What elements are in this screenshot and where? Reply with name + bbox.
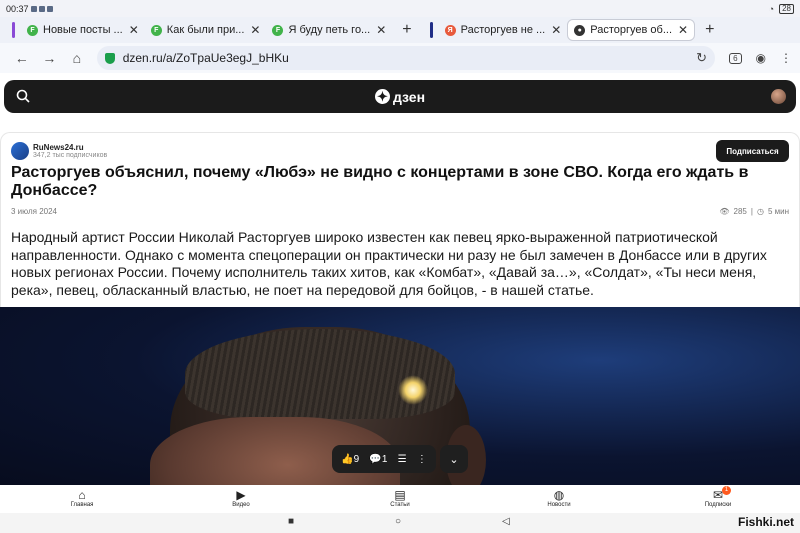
more-icon[interactable]: ⋮ <box>417 454 427 465</box>
nav-item-subscriptions[interactable]: ✉ 1 Подписки <box>688 486 748 508</box>
publisher-info[interactable]: RuNews24.ru 347,2 тыс подписчиков <box>11 142 107 160</box>
nav-label: Главная <box>70 502 94 508</box>
close-tab-icon[interactable]: ✕ <box>551 23 561 37</box>
article-date: 3 июля 2024 <box>11 207 57 216</box>
wifi-icon: ◔ <box>768 3 775 14</box>
clock-icon: ◷ <box>756 207 764 216</box>
browser-tab[interactable]: F Я буду петь го... ✕ <box>266 19 392 41</box>
bottom-navigation: ⌂ Главная ▶ Видео ▤ Статьи ◍ Новости ✉ 1… <box>0 485 800 513</box>
new-tab-icon[interactable]: + <box>402 21 411 39</box>
user-avatar[interactable] <box>771 89 786 104</box>
like-count: 9 <box>353 453 360 465</box>
brand-name: дзен <box>392 88 426 105</box>
browser-toolbar: ← → ⌂ dzen.ru/a/ZoTpaUe3egJ_bHKu ↻ 6 ◉ ⋮ <box>0 43 800 73</box>
favicon-icon: ● <box>574 24 586 36</box>
eye-icon: 👁 <box>719 207 730 216</box>
article-lead: Народный артист России Николай Расторгуе… <box>11 229 767 298</box>
tab-label: Как были при... <box>166 24 245 36</box>
forward-icon[interactable]: → <box>36 50 64 66</box>
dzen-logo-icon: ✦ <box>374 89 390 104</box>
news-icon: ◍ <box>553 488 565 502</box>
new-tab-icon[interactable]: + <box>705 21 714 39</box>
favicon-icon: Я <box>444 24 456 36</box>
publisher-subscribers: 347,2 тыс подписчиков <box>33 152 108 159</box>
contents-list-icon[interactable]: ☰ <box>398 454 407 465</box>
double-chevron-down-icon: ⌄ <box>449 453 459 466</box>
home-button-icon[interactable]: ○ <box>395 516 401 527</box>
thumbs-up-icon: 👍 <box>341 453 354 465</box>
book-icon: ▤ <box>394 488 406 502</box>
article-title: Расторгуев объяснил, почему «Любэ» не ви… <box>11 164 749 199</box>
notification-icon <box>46 5 53 12</box>
publisher-logo[interactable] <box>11 142 29 160</box>
watermark: Fishki.net <box>737 515 794 529</box>
comment-icon: 💬 <box>369 453 382 465</box>
site-logo[interactable]: ✦ дзен <box>374 88 426 105</box>
notification-badge: 1 <box>722 486 731 495</box>
recents-icon[interactable]: ■ <box>288 516 294 527</box>
read-time: 5 мин <box>767 207 789 216</box>
divider: | <box>750 207 753 216</box>
comment-count: 1 <box>381 453 388 465</box>
nav-item-home[interactable]: ⌂ Главная <box>52 488 112 508</box>
close-tab-icon[interactable]: ✕ <box>678 23 688 37</box>
nav-item-news[interactable]: ◍ Новости <box>529 488 589 508</box>
like-button[interactable]: 👍9 <box>341 454 359 465</box>
address-bar[interactable]: dzen.ru/a/ZoTpaUe3egJ_bHKu ↻ <box>96 46 716 70</box>
view-count: 285 <box>733 207 747 216</box>
menu-icon[interactable]: ⋮ <box>780 51 792 65</box>
tab-label: Я буду петь го... <box>288 24 371 36</box>
nav-label: Подписки <box>704 502 732 508</box>
favicon-icon: F <box>150 24 162 36</box>
profile-icon[interactable]: ◉ <box>756 51 766 65</box>
tab-group-marker <box>12 22 15 38</box>
nav-label: Новости <box>547 502 571 508</box>
subscriptions-icon: ✉ <box>712 488 724 502</box>
close-tab-icon[interactable]: ✕ <box>129 23 139 37</box>
notification-icon <box>30 5 37 12</box>
status-time: 00:37 <box>6 3 29 14</box>
tab-label: Расторгуев об... <box>590 24 672 36</box>
nav-item-articles[interactable]: ▤ Статьи <box>370 488 430 508</box>
browser-tab[interactable]: Я Расторгуев не ... ✕ <box>439 19 568 41</box>
browser-tab[interactable]: F Как были при... ✕ <box>145 19 267 41</box>
close-tab-icon[interactable]: ✕ <box>376 23 386 37</box>
comments-button[interactable]: 💬1 <box>369 454 387 465</box>
tab-label: Новые посты ... <box>43 24 123 36</box>
notification-icon <box>38 5 45 12</box>
nav-item-video[interactable]: ▶ Видео <box>211 488 271 508</box>
home-icon: ⌂ <box>78 488 86 502</box>
tab-group-marker <box>429 22 433 38</box>
favicon-icon: F <box>27 24 38 36</box>
collapse-button[interactable]: ⌄ <box>440 445 468 473</box>
reload-icon[interactable]: ↻ <box>696 50 707 66</box>
back-icon[interactable]: ← <box>8 50 36 66</box>
site-header: ✦ дзен <box>4 80 796 113</box>
battery-indicator: 28 <box>779 3 794 14</box>
system-navigation: ■ ○ ◁ <box>0 513 800 533</box>
favicon-icon: F <box>272 24 284 36</box>
video-icon: ▶ <box>236 488 246 502</box>
nav-label: Видео <box>232 502 250 508</box>
status-bar: 00:37 ◔ 28 <box>0 0 800 17</box>
close-tab-icon[interactable]: ✕ <box>250 23 260 37</box>
tab-switcher-button[interactable]: 6 <box>729 52 742 64</box>
publisher-name[interactable]: RuNews24.ru <box>33 143 107 152</box>
article-meta: 👁 285 | ◷ 5 мин <box>719 207 789 216</box>
browser-tab-active[interactable]: ● Расторгуев об... ✕ <box>567 19 696 41</box>
browser-tab-bar: F Новые посты ... ✕ F Как были при... ✕ … <box>0 17 800 43</box>
tab-label: Расторгуев не ... <box>460 24 546 36</box>
search-icon[interactable] <box>16 89 30 103</box>
back-button-icon[interactable]: ◁ <box>502 516 510 527</box>
subscribe-button[interactable]: Подписаться <box>716 140 789 162</box>
home-icon[interactable]: ⌂ <box>63 50 91 66</box>
url-text: dzen.ru/a/ZoTpaUe3egJ_bHKu <box>122 51 289 65</box>
nav-label: Статьи <box>390 502 410 508</box>
browser-tab[interactable]: F Новые посты ... ✕ <box>21 19 145 41</box>
site-security-icon[interactable] <box>104 52 115 64</box>
article-action-bar: 👍9 💬1 ☰ ⋮ <box>332 445 436 473</box>
